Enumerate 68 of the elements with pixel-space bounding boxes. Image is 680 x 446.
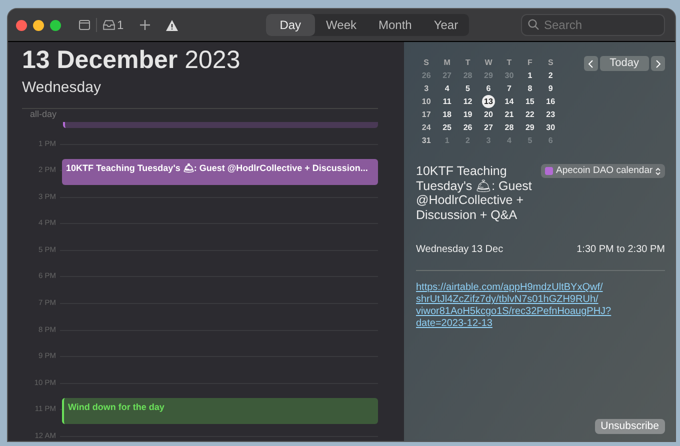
weekday-header: W — [484, 57, 494, 69]
calendar-event[interactable]: 10KTF Teaching Tuesday's 🛎: Guest @HodlrCollective + Discussion... — [62, 159, 378, 186]
calendar-day[interactable]: 13 — [482, 95, 495, 108]
zoom-button[interactable] — [50, 20, 61, 30]
calendar-day[interactable]: 7 — [506, 82, 512, 95]
date-title: 13 December 2023 — [22, 45, 242, 75]
calendar-day[interactable]: 4 — [444, 82, 450, 95]
calendar-day[interactable]: 19 — [463, 108, 472, 121]
calendar-day[interactable]: 14 — [504, 95, 514, 108]
calendar-day[interactable]: 25 — [442, 121, 452, 134]
calendar-day[interactable]: 1 — [528, 69, 532, 82]
weekday-header: S — [422, 57, 430, 69]
calendar-day[interactable]: 18 — [442, 108, 452, 121]
chevron-left-icon — [588, 60, 594, 68]
calendar-day[interactable]: 31 — [422, 134, 431, 147]
calendar-day[interactable]: 21 — [504, 108, 514, 121]
calendar-day[interactable]: 27 — [484, 121, 493, 134]
calendar-day[interactable]: 11 — [442, 95, 452, 108]
calendar-day[interactable]: 29 — [525, 121, 534, 134]
view-tab[interactable]: Year — [422, 14, 470, 36]
calendar-day[interactable]: 9 — [548, 82, 553, 95]
minimize-button[interactable] — [33, 20, 44, 30]
stepper-icon — [655, 166, 661, 176]
calendar-day[interactable]: 22 — [525, 108, 534, 121]
today-button[interactable]: Today — [600, 56, 649, 71]
event-title: 10KTF Teaching Tuesday's 🛎: Guest @HodlrCollective + Discussion + Q&A — [416, 164, 533, 222]
warning-icon[interactable] — [166, 20, 178, 30]
view-tab[interactable]: Week — [315, 14, 368, 36]
calendar-day[interactable]: 28 — [504, 121, 514, 134]
plus-icon[interactable] — [140, 20, 150, 30]
weekday-header: T — [506, 57, 513, 69]
search-icon — [528, 19, 539, 30]
calendar-event[interactable]: Wind down for the day — [62, 398, 378, 424]
next-button[interactable] — [651, 56, 665, 71]
weekday-label: Wednesday — [22, 78, 102, 98]
previous-button[interactable] — [584, 56, 598, 71]
view-tab[interactable]: Month — [368, 14, 423, 36]
calendar-day[interactable]: 30 — [546, 121, 556, 134]
calendar-list-icon[interactable] — [79, 20, 90, 30]
calendar-day[interactable]: 16 — [546, 95, 556, 108]
inbox-button[interactable]: 1 — [103, 16, 124, 34]
calendar-day[interactable]: 3 — [424, 82, 429, 95]
calendar-picker[interactable]: Apecoin DAO calendar — [541, 164, 665, 178]
weekday-header: S — [546, 57, 554, 69]
weekday-header: T — [464, 57, 472, 69]
chevron-right-icon — [656, 60, 660, 68]
event-date: Wednesday 13 Dec — [416, 243, 504, 257]
search-field[interactable]: Search — [521, 14, 665, 36]
calendar-day[interactable]: 23 — [546, 108, 556, 121]
close-button[interactable] — [16, 20, 27, 30]
calendar-day[interactable]: 8 — [528, 82, 532, 95]
event-url-link[interactable]: https://airtable.com/appH9mdzUltBYxQwf/shrUtJl4ZcZifz7dy/tblvN7s01hGZH9RUh/viwor81AoH5kcgo1S/rec32PefnHoaugPHJ?date=2023-12-13 — [416, 282, 628, 330]
calendar-day[interactable]: 15 — [525, 95, 534, 108]
view-tab[interactable]: Day — [266, 14, 316, 36]
calendar-day[interactable]: 10 — [422, 95, 431, 108]
inbox-icon — [103, 20, 115, 30]
calendar-day[interactable]: 6 — [486, 82, 491, 95]
calendar-day[interactable]: 26 — [463, 121, 472, 134]
calendar-day[interactable]: 12 — [463, 95, 472, 108]
event-time: 1:30 PM to 2:30 PM — [576, 243, 665, 257]
calendar-day[interactable]: 5 — [466, 82, 470, 95]
calendar-day[interactable]: 17 — [422, 108, 431, 121]
all-day-label: all-day — [30, 108, 57, 122]
calendar-day[interactable]: 2 — [548, 69, 553, 82]
weekday-header: F — [526, 57, 534, 69]
calendar-day[interactable]: 24 — [422, 121, 431, 134]
weekday-header: M — [442, 57, 452, 69]
calendar-day[interactable]: 20 — [484, 108, 493, 121]
